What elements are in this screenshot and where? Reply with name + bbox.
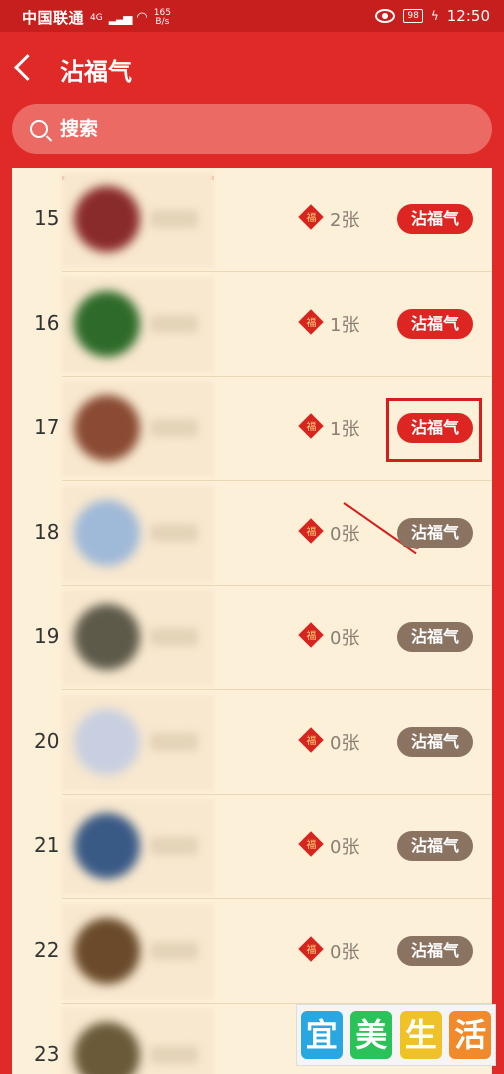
- rank-number: 18: [34, 519, 60, 544]
- zhan-fuqi-button[interactable]: 沾福气: [397, 622, 473, 652]
- signal-icon: ▂▃▅: [108, 10, 133, 25]
- user-name: [150, 941, 198, 960]
- network-speed: 165 B/s: [153, 7, 171, 27]
- fu-card-icon: 福: [298, 204, 324, 230]
- avatar[interactable]: [74, 604, 140, 670]
- rank-number: 17: [34, 415, 60, 439]
- avatar[interactable]: [74, 917, 140, 984]
- watermark-char: 生: [399, 1011, 442, 1059]
- fu-card-icon: 福: [298, 308, 324, 335]
- zhan-fuqi-button[interactable]: 沾福气: [397, 935, 473, 966]
- card-count: 2张: [330, 210, 360, 231]
- back-arrow-icon[interactable]: [14, 54, 41, 81]
- rank-number: 21: [34, 833, 60, 857]
- ranking-list[interactable]: 15 福 2张 沾福气 16 福 1张 沾福气 17 福 1张 沾福气 18 福…: [12, 168, 492, 1074]
- user-name: [150, 732, 198, 751]
- user-name: [150, 419, 198, 437]
- wifi-icon: ◠: [136, 10, 148, 25]
- avatar[interactable]: [74, 186, 140, 252]
- avatar[interactable]: [74, 395, 140, 461]
- rank-number: 16: [34, 310, 60, 335]
- rank-number: 23: [34, 1042, 60, 1066]
- fu-card-icon: 福: [298, 726, 324, 753]
- page-title: 沾福气: [60, 58, 132, 86]
- zhan-fuqi-button[interactable]: 沾福气: [397, 308, 473, 339]
- charging-icon: ϟ: [430, 9, 439, 23]
- app-header: 沾福气: [0, 32, 504, 104]
- avatar[interactable]: [74, 499, 140, 566]
- fu-card-icon: 福: [298, 831, 324, 857]
- watermark-char: 宜: [300, 1011, 343, 1059]
- card-count: 0张: [330, 523, 360, 545]
- avatar[interactable]: [74, 813, 140, 879]
- list-item: 15 福 2张 沾福气: [12, 168, 492, 272]
- fu-card-icon: 福: [298, 413, 324, 439]
- rank-number: 22: [34, 937, 60, 962]
- list-item: 22 福 0张 沾福气: [12, 900, 492, 1004]
- zhan-fuqi-button[interactable]: 沾福气: [397, 413, 473, 443]
- user-name: [150, 523, 198, 542]
- user-name: [150, 837, 198, 855]
- avatar[interactable]: [74, 708, 140, 775]
- user-name: [150, 210, 198, 228]
- zhan-fuqi-button[interactable]: 沾福气: [397, 726, 473, 757]
- list-item: 21 福 0张 沾福气: [12, 795, 492, 899]
- zhan-fuqi-button[interactable]: 沾福气: [397, 831, 473, 861]
- card-count: 1张: [330, 314, 360, 336]
- card-count: 0张: [330, 628, 360, 649]
- user-name: [150, 628, 198, 646]
- search-bar[interactable]: [12, 104, 492, 154]
- fu-card-icon: 福: [298, 622, 324, 648]
- user-name: [150, 1046, 198, 1064]
- watermark-char: 活: [449, 1011, 492, 1059]
- list-item: 17 福 1张 沾福气: [12, 377, 492, 481]
- search-icon: [30, 120, 48, 138]
- list-item: 20 福 0张 沾福气: [12, 691, 492, 795]
- clock: 12:50: [446, 7, 490, 25]
- watermark-logo: 宜美生活: [296, 1004, 496, 1066]
- avatar[interactable]: [74, 290, 140, 357]
- list-item: 16 福 1张 沾福气: [12, 273, 492, 377]
- fu-card-icon: 福: [298, 935, 324, 962]
- zhan-fuqi-button[interactable]: 沾福气: [397, 517, 473, 548]
- card-count: 0张: [330, 837, 360, 858]
- list-item: 18 福 0张 沾福气: [12, 482, 492, 586]
- card-count: 0张: [330, 732, 360, 754]
- battery-icon: 98: [403, 9, 423, 23]
- rank-number: 19: [34, 624, 60, 648]
- eye-icon: [375, 9, 396, 23]
- card-count: 0张: [330, 941, 360, 963]
- status-bar: 中国联通 4G ▂▃▅ ◠ 165 B/s 98 ϟ 12:50: [0, 0, 504, 32]
- user-name: [150, 314, 198, 333]
- zhan-fuqi-button[interactable]: 沾福气: [397, 204, 473, 234]
- fu-card-icon: 福: [298, 517, 324, 544]
- search-input[interactable]: [58, 117, 462, 141]
- rank-number: 15: [34, 206, 60, 230]
- watermark-char: 美: [350, 1011, 393, 1059]
- rank-number: 20: [34, 728, 60, 753]
- network-label: 4G: [90, 12, 103, 23]
- carrier-label: 中国联通: [22, 9, 85, 27]
- list-item: 19 福 0张 沾福气: [12, 586, 492, 690]
- card-count: 1张: [330, 419, 360, 440]
